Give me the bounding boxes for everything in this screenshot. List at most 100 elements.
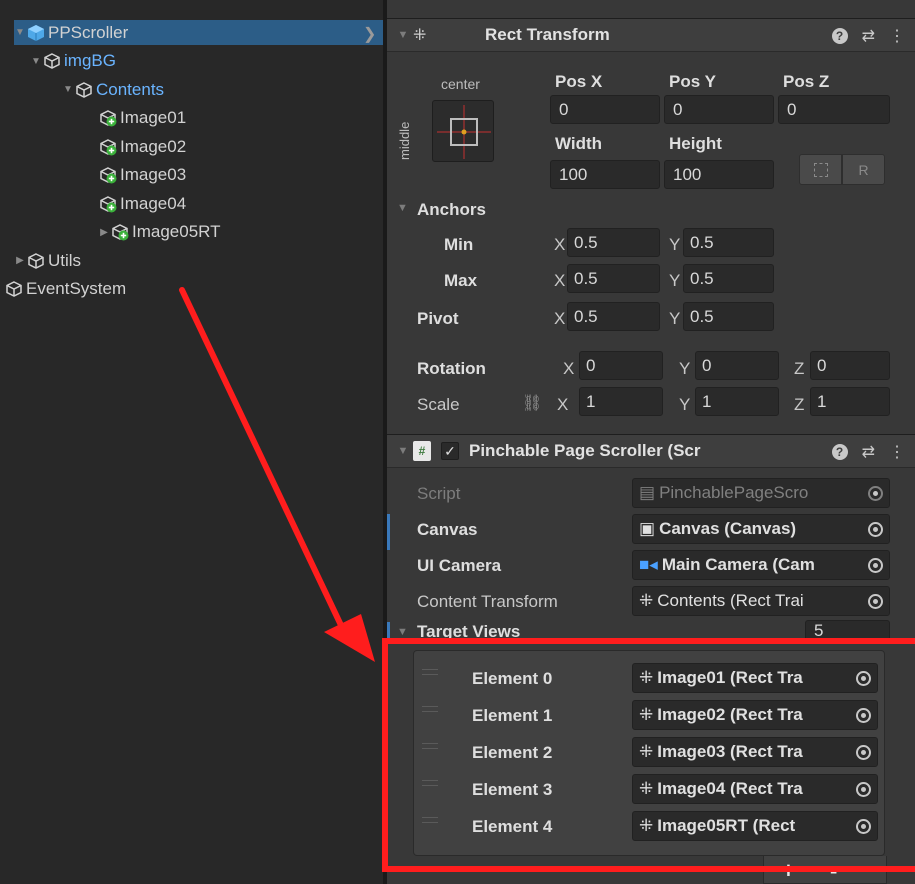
pivot-x-field[interactable]: 0.5 (567, 302, 660, 331)
object-picker-icon[interactable] (861, 587, 889, 615)
anchor-min-y-field[interactable]: 0.5 (683, 228, 774, 257)
pos-x-field[interactable]: 0 (550, 95, 660, 124)
pos-y-label: Pos Y (669, 72, 716, 91)
target-views-foldout-icon[interactable]: ▼ (397, 626, 408, 638)
anchor-min-x-field[interactable]: 0.5 (567, 228, 660, 257)
scale-x-field[interactable]: 1 (579, 387, 663, 416)
ui-camera-field[interactable]: ■◂ Main Camera (Cam (632, 550, 890, 580)
hierarchy-item[interactable]: Image01 (0, 106, 186, 131)
highlight-box (382, 638, 915, 872)
canvas-field[interactable]: ▣ Canvas (Canvas) (632, 514, 890, 544)
rect-transform-icon: ⁜ (639, 591, 654, 610)
preset-icon[interactable]: ⇄ (862, 26, 875, 46)
scale-y-field[interactable]: 1 (695, 387, 779, 416)
rotation-y-field[interactable]: 0 (695, 351, 779, 380)
hierarchy-item-label: Image01 (120, 108, 187, 127)
raw-edit-button[interactable]: R (842, 154, 885, 185)
anchor-preset-h-label: center (441, 76, 480, 92)
foldout-icon[interactable]: ▼ (62, 84, 74, 95)
ui-camera-label: UI Camera (417, 556, 502, 575)
scale-label: Scale (417, 395, 460, 414)
more-menu-icon[interactable]: ⋮ (889, 26, 905, 46)
hierarchy-item[interactable]: ▼ imgBG (0, 49, 116, 74)
constrain-proportions-icon[interactable]: ⛓ (522, 393, 542, 413)
page-scroller-header[interactable]: ▼ # ✓ Pinchable Page Scroller (Scr ? ⇄ ⋮ (387, 434, 915, 468)
pos-z-field[interactable]: 0 (778, 95, 890, 124)
canvas-label: Canvas (417, 520, 478, 539)
gameobject-icon (5, 280, 23, 298)
anchors-label: Anchors (417, 200, 486, 219)
content-transform-label: Content Transform (417, 592, 558, 611)
anchor-preset-button[interactable] (432, 100, 494, 162)
hierarchy-item[interactable]: ▼ Contents (0, 77, 164, 102)
canvas-value: Canvas (Canvas) (659, 519, 797, 538)
hierarchy-item[interactable]: ▶ Utils (0, 248, 81, 273)
axis-y-label: Y (669, 235, 681, 254)
height-field[interactable]: 100 (664, 160, 774, 189)
pivot-y-field[interactable]: 0.5 (683, 302, 774, 331)
hierarchy-item-label: PPScroller (48, 22, 129, 42)
axis-y-label: Y (679, 359, 691, 378)
anchors-foldout-icon[interactable]: ▼ (397, 202, 408, 214)
hierarchy-item[interactable]: Image04 (0, 191, 186, 216)
foldout-icon[interactable]: ▼ (30, 56, 42, 67)
anchor-preset-v-label: middle (397, 121, 412, 160)
foldout-icon[interactable]: ▼ (393, 29, 413, 41)
pos-x-label: Pos X (555, 72, 603, 91)
blueprint-mode-button[interactable] (799, 154, 842, 185)
blueprint-icon (813, 162, 828, 177)
rotation-x-field[interactable]: 0 (579, 351, 663, 380)
hierarchy-item-label: Image03 (120, 165, 187, 184)
override-marker (387, 514, 390, 550)
foldout-icon[interactable]: ▼ (14, 27, 26, 38)
gameobject-icon (75, 81, 93, 99)
anchor-max-y-field[interactable]: 0.5 (683, 264, 774, 293)
hierarchy-item-label: Image05RT (132, 222, 221, 241)
foldout-icon[interactable]: ▼ (393, 445, 413, 457)
pos-y-field[interactable]: 0 (664, 95, 774, 124)
more-menu-icon[interactable]: ⋮ (889, 442, 905, 462)
axis-x-label: X (554, 271, 566, 290)
content-transform-field[interactable]: ⁜ Contents (Rect Trai (632, 586, 890, 616)
gameobject-added-icon (99, 195, 117, 213)
object-picker-icon[interactable] (861, 515, 889, 543)
gameobject-added-icon (99, 166, 117, 184)
camera-value: Main Camera (Cam (661, 555, 815, 574)
scale-z-field[interactable]: 1 (810, 387, 890, 416)
rotation-z-field[interactable]: 0 (810, 351, 890, 380)
help-icon[interactable]: ? (831, 444, 848, 460)
preset-icon[interactable]: ⇄ (862, 442, 875, 462)
gameobject-added-icon (99, 138, 117, 156)
enabled-checkbox[interactable]: ✓ (441, 442, 459, 460)
gameobject-added-icon (99, 109, 117, 127)
pos-z-label: Pos Z (783, 72, 830, 91)
axis-x-label: X (554, 235, 566, 254)
max-label: Max (444, 271, 478, 290)
hierarchy-item[interactable]: Image02 (0, 134, 186, 159)
hierarchy-item[interactable]: Image03 (0, 163, 186, 188)
axis-y-label: Y (669, 309, 681, 328)
script-field: ▤ PinchablePageScro (632, 478, 890, 508)
help-icon[interactable]: ? (831, 28, 848, 44)
rect-transform-header[interactable]: ▼ ⁜ Rect Transform ? ⇄ ⋮ (387, 18, 915, 52)
object-picker-icon[interactable] (861, 551, 889, 579)
height-label: Height (669, 134, 722, 153)
chevron-right-icon[interactable]: ❯ (363, 24, 376, 44)
hierarchy-item[interactable]: EventSystem (0, 277, 126, 302)
hierarchy-item[interactable]: ▼ PPScroller (14, 20, 383, 45)
anchor-max-x-field[interactable]: 0.5 (567, 264, 660, 293)
pivot-label: Pivot (417, 309, 459, 328)
camera-icon: ■◂ (639, 555, 658, 574)
foldout-icon[interactable]: ▶ (14, 255, 26, 266)
script-icon: # (413, 441, 431, 461)
canvas-icon: ▣ (639, 519, 656, 538)
object-picker-icon (861, 479, 889, 507)
width-field[interactable]: 100 (550, 160, 660, 189)
foldout-icon[interactable]: ▶ (98, 227, 110, 238)
hierarchy-item[interactable]: ▶ Image05RT (0, 220, 221, 245)
rotation-label: Rotation (417, 359, 486, 378)
rect-transform-icon: ⁜ (413, 27, 427, 44)
axis-y-label: Y (679, 395, 691, 414)
script-label: Script (417, 484, 461, 503)
axis-y-label: Y (669, 271, 681, 290)
